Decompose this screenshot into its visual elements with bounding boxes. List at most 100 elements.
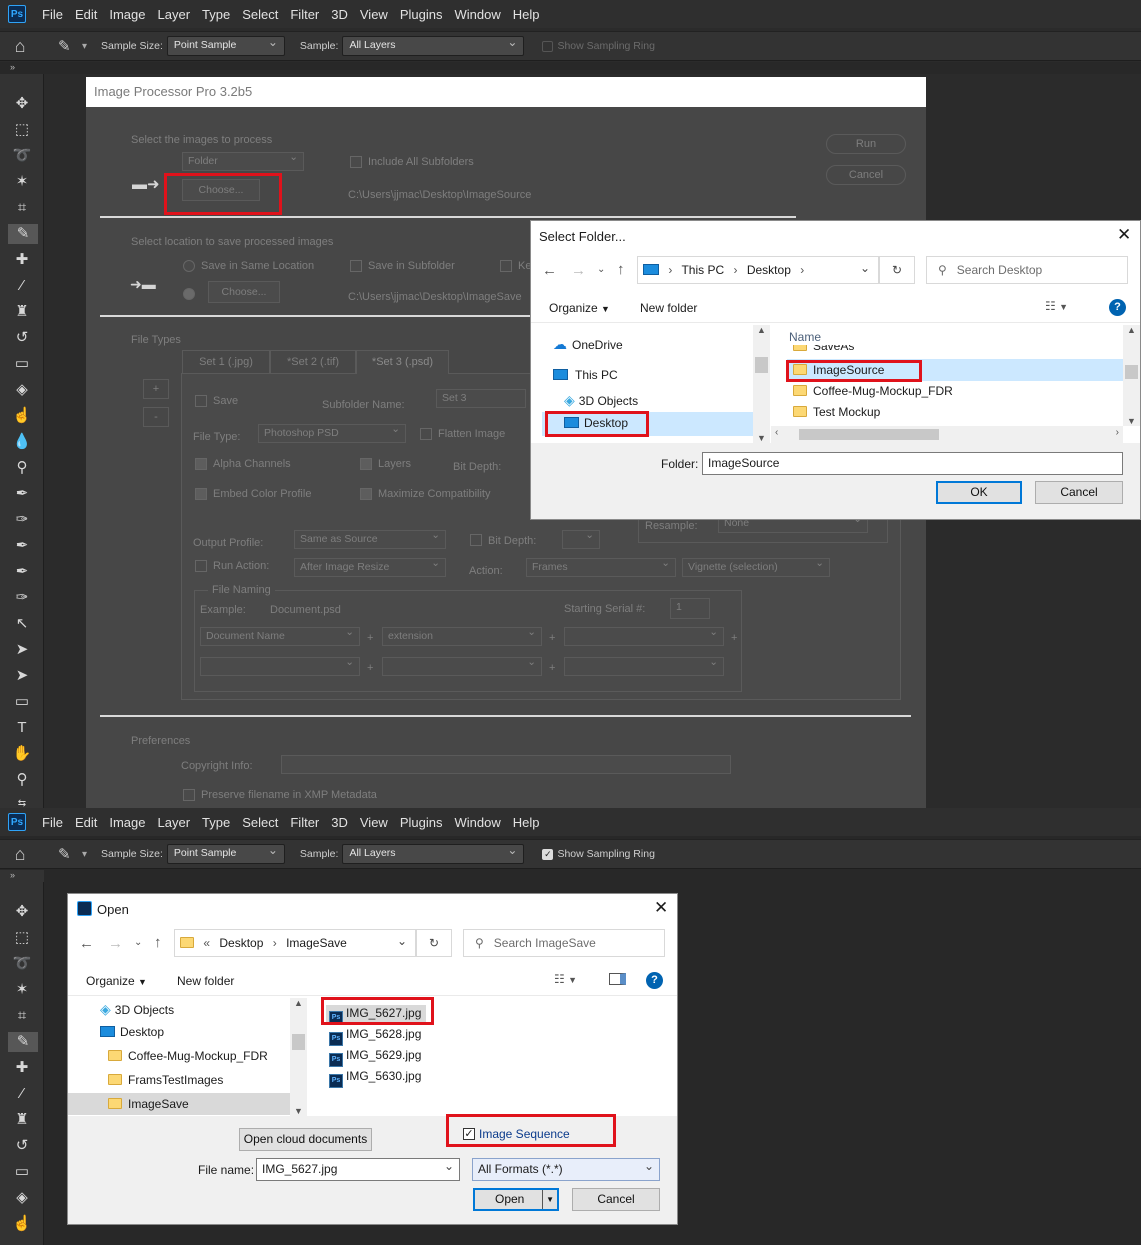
add-anchor-tool-icon[interactable]: ✒ bbox=[0, 536, 44, 556]
menu-layer[interactable]: Layer bbox=[152, 7, 197, 22]
save-checkbox[interactable] bbox=[195, 395, 207, 407]
help-icon[interactable]: ? bbox=[646, 972, 663, 989]
nav-imagesave[interactable]: ImageSave bbox=[108, 1097, 189, 1111]
nav-3d-objects[interactable]: ◈ 3D Objects bbox=[100, 1001, 174, 1018]
paint-bucket-tool-icon[interactable]: ◈ bbox=[0, 380, 44, 400]
clone-stamp-tool-icon[interactable]: ♜ bbox=[0, 1110, 44, 1130]
menu-window[interactable]: Window bbox=[448, 7, 506, 22]
save-same-radio[interactable] bbox=[183, 260, 195, 272]
hand-tool-icon[interactable]: ✋ bbox=[0, 744, 44, 764]
eyedropper-tool-icon[interactable]: ✎ bbox=[8, 224, 38, 244]
menu-layer[interactable]: Layer bbox=[152, 815, 197, 830]
menu-filter[interactable]: Filter bbox=[284, 815, 325, 830]
menu-type[interactable]: Type bbox=[196, 7, 236, 22]
file-list-hscrollbar[interactable]: ‹ › bbox=[771, 426, 1123, 443]
list-item[interactable]: Coffee-Mug-Mockup_FDR bbox=[793, 384, 953, 398]
run-button[interactable]: Run bbox=[826, 134, 906, 154]
split-dropdown-icon[interactable]: ▼ bbox=[542, 1190, 554, 1209]
delete-anchor-tool-icon[interactable]: ✒ bbox=[0, 562, 44, 582]
home-icon[interactable]: ⌂ bbox=[0, 844, 40, 865]
overflow-chevron-icon[interactable]: « bbox=[203, 936, 210, 950]
preview-pane-icon[interactable] bbox=[609, 973, 626, 985]
back-arrow-icon[interactable]: ← bbox=[542, 262, 557, 279]
show-sampling-ring-checkbox[interactable]: ✓ bbox=[542, 848, 554, 860]
move-tool-icon[interactable]: ✥ bbox=[0, 902, 44, 922]
search-input[interactable]: ⚲ Search ImageSave bbox=[463, 929, 665, 957]
naming-part-3[interactable] bbox=[564, 626, 724, 646]
naming-part-2[interactable]: extension bbox=[382, 626, 542, 646]
pen-tool-icon[interactable]: ✒ bbox=[0, 484, 44, 504]
swap-colors-icon[interactable]: ⇆ bbox=[0, 794, 44, 808]
keep-structure-checkbox[interactable] bbox=[500, 260, 512, 272]
freeform-pen-tool-icon[interactable]: ✑ bbox=[0, 510, 44, 530]
close-icon[interactable]: ✕ bbox=[1117, 225, 1131, 245]
menu-3d[interactable]: 3D bbox=[325, 815, 354, 830]
up-arrow-icon[interactable]: ↑ bbox=[617, 261, 625, 278]
help-icon[interactable]: ? bbox=[1109, 299, 1126, 316]
tab-set-2[interactable]: *Set 2 (.tif) bbox=[270, 350, 356, 374]
sample-dropdown[interactable]: All Layers bbox=[342, 843, 525, 864]
history-brush-tool-icon[interactable]: ↺ bbox=[0, 328, 44, 348]
chevron-down-icon[interactable]: ⌄ bbox=[860, 261, 870, 275]
blur-tool-icon[interactable]: 💧 bbox=[0, 432, 44, 452]
chevron-down-icon[interactable]: ▾ bbox=[82, 849, 87, 860]
paint-bucket-tool-icon[interactable]: ◈ bbox=[0, 1188, 44, 1208]
brush-tool-icon[interactable]: ⁄ bbox=[0, 1084, 44, 1104]
file-list-scrollbar[interactable]: ▲ ▼ bbox=[1123, 325, 1140, 426]
choose-dest-button[interactable]: Choose... bbox=[208, 281, 280, 303]
nav-scrollbar[interactable]: ▲ ▼ bbox=[753, 325, 770, 443]
magic-wand-tool-icon[interactable]: ✶ bbox=[0, 980, 44, 1000]
eyedropper-tool-icon[interactable]: ✎ bbox=[8, 1032, 38, 1052]
eraser-tool-icon[interactable]: ▭ bbox=[0, 354, 44, 374]
copyright-input[interactable] bbox=[281, 755, 731, 774]
list-item[interactable]: Ps IMG_5628.jpg bbox=[329, 1027, 421, 1046]
nav-desktop[interactable]: Desktop bbox=[100, 1025, 164, 1039]
address-bar[interactable]: « Desktop › ImageSave ⌄ bbox=[174, 929, 416, 957]
action-dropdown[interactable]: Vignette (selection) bbox=[682, 557, 830, 577]
healing-brush-tool-icon[interactable]: ✚ bbox=[0, 1058, 44, 1078]
breadcrumb-desktop[interactable]: Desktop bbox=[219, 936, 263, 950]
crop-tool-icon[interactable]: ⌗ bbox=[0, 198, 44, 218]
file-name-input[interactable]: IMG_5627.jpg bbox=[256, 1158, 460, 1181]
clone-stamp-tool-icon[interactable]: ♜ bbox=[0, 302, 44, 322]
menu-plugins[interactable]: Plugins bbox=[394, 815, 449, 830]
list-item[interactable]: Ps IMG_5629.jpg bbox=[329, 1048, 421, 1067]
action-set-dropdown[interactable]: Frames bbox=[526, 557, 676, 577]
marquee-tool-icon[interactable]: ⬚ bbox=[0, 928, 44, 948]
lasso-tool-icon[interactable]: ➰ bbox=[0, 954, 44, 974]
menu-view[interactable]: View bbox=[354, 815, 394, 830]
convert-point-tool-icon[interactable]: ↖ bbox=[0, 614, 44, 634]
breadcrumb-this-pc[interactable]: This PC bbox=[681, 263, 724, 277]
nav-onedrive[interactable]: ☁ OneDrive bbox=[553, 336, 623, 353]
menu-help[interactable]: Help bbox=[507, 815, 546, 830]
list-item[interactable]: Ps IMG_5630.jpg bbox=[329, 1069, 421, 1088]
direct-selection-tool-icon[interactable]: ➤ bbox=[0, 666, 44, 686]
open-button[interactable]: Open ▼ bbox=[473, 1188, 559, 1211]
add-set-button[interactable]: + bbox=[143, 379, 169, 399]
breadcrumb-imagesave[interactable]: ImageSave bbox=[286, 936, 347, 950]
nav-coffee-mug[interactable]: Coffee-Mug-Mockup_FDR bbox=[108, 1049, 268, 1063]
output-profile-dropdown[interactable]: Same as Source bbox=[294, 529, 446, 549]
run-action-timing-dropdown[interactable]: After Image Resize bbox=[294, 557, 446, 577]
move-tool-icon[interactable]: ✥ bbox=[0, 94, 44, 114]
menu-edit[interactable]: Edit bbox=[69, 7, 103, 22]
tab-set-3[interactable]: *Set 3 (.psd) bbox=[356, 350, 449, 374]
recent-dropdown-icon[interactable]: ⌄ bbox=[134, 937, 142, 948]
forward-arrow-icon[interactable]: → bbox=[571, 262, 586, 279]
naming-part-1[interactable]: Document Name bbox=[200, 626, 360, 646]
forward-arrow-icon[interactable]: → bbox=[108, 935, 123, 952]
smudge-tool-icon[interactable]: ☝ bbox=[0, 1214, 44, 1234]
open-cloud-documents-button[interactable]: Open cloud documents bbox=[239, 1128, 372, 1151]
menu-window[interactable]: Window bbox=[448, 815, 506, 830]
sample-dropdown[interactable]: All Layers bbox=[342, 35, 525, 56]
save-subfolder-checkbox[interactable] bbox=[350, 260, 362, 272]
lasso-tool-icon[interactable]: ➰ bbox=[0, 146, 44, 166]
smudge-tool-icon[interactable]: ☝ bbox=[0, 406, 44, 426]
column-header-name[interactable]: Name bbox=[789, 330, 821, 344]
tab-set-1[interactable]: Set 1 (.jpg) bbox=[182, 350, 270, 374]
sample-size-dropdown[interactable]: Point Sample bbox=[166, 843, 285, 864]
up-arrow-icon[interactable]: ↑ bbox=[154, 934, 162, 951]
view-options-icon[interactable]: ☷ ▼ bbox=[1045, 299, 1068, 313]
menu-3d[interactable]: 3D bbox=[325, 7, 354, 22]
naming-part-4[interactable] bbox=[200, 656, 360, 676]
